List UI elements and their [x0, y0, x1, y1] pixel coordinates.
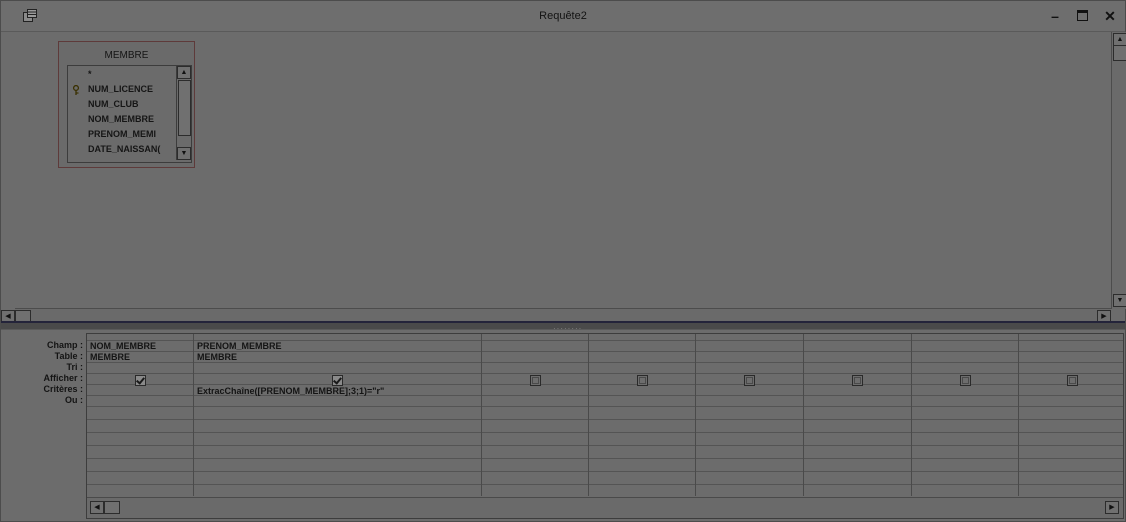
table-name: MEMBRE: [104, 50, 149, 61]
cell-champ[interactable]: NOM_MEMBRE: [90, 341, 156, 352]
scroll-up-arrow-icon[interactable]: ▲: [177, 66, 191, 79]
grid-column[interactable]: NOM_MEMBRE MEMBRE: [87, 334, 194, 496]
query-window: Requête2 – ✕ MEMBRE * NUM_LICENCE NUM_CL…: [0, 0, 1126, 522]
field-item[interactable]: NOM_MEMBRE: [68, 112, 172, 127]
pane-splitter[interactable]: ········: [1, 321, 1125, 333]
row-label-table: Table :: [54, 351, 83, 361]
field-item[interactable]: NUM_LICENCE: [68, 82, 172, 97]
row-label-criteres: Critères :: [43, 384, 83, 394]
field-item[interactable]: PRENOM_MEMI: [68, 127, 172, 142]
cell-criteres[interactable]: ExtracChaîne([PRENOM_MEMBRE];3;1)="r": [197, 386, 384, 397]
grid-column[interactable]: [912, 334, 1019, 496]
show-checkbox[interactable]: [332, 375, 343, 386]
show-checkbox[interactable]: [637, 375, 648, 386]
scroll-down-arrow-icon[interactable]: ▼: [1113, 294, 1126, 307]
grid-column[interactable]: [482, 334, 589, 496]
pane-vertical-scrollbar[interactable]: ▲ ▼: [1111, 32, 1126, 309]
cell-champ[interactable]: PRENOM_MEMBRE: [197, 341, 282, 352]
grid-column[interactable]: PRENOM_MEMBRE MEMBRE ExtracChaîne([PRENO…: [194, 334, 482, 496]
field-list-scrollbar[interactable]: ▲ ▼: [176, 66, 191, 160]
show-checkbox[interactable]: [960, 375, 971, 386]
field-item[interactable]: *: [68, 67, 172, 82]
design-grid-pane: Champ : Table : Tri : Afficher : Critère…: [1, 331, 1125, 521]
show-checkbox[interactable]: [744, 375, 755, 386]
row-label-tri: Tri :: [66, 362, 83, 372]
grid-horizontal-scrollbar[interactable]: ◀ ▶: [87, 497, 1123, 518]
close-button[interactable]: ✕: [1099, 7, 1121, 25]
cell-table[interactable]: MEMBRE: [197, 352, 237, 363]
maximize-button[interactable]: [1071, 7, 1093, 25]
title-bar[interactable]: Requête2 – ✕: [1, 1, 1125, 32]
show-checkbox[interactable]: [1067, 375, 1078, 386]
show-checkbox[interactable]: [530, 375, 541, 386]
scroll-thumb[interactable]: [1113, 45, 1126, 61]
scroll-thumb[interactable]: [178, 80, 191, 136]
show-checkbox[interactable]: [852, 375, 863, 386]
minimize-button[interactable]: –: [1044, 7, 1066, 25]
scroll-down-arrow-icon[interactable]: ▼: [177, 147, 191, 160]
grid-column[interactable]: [589, 334, 696, 496]
row-label-afficher: Afficher :: [43, 373, 83, 383]
row-label-champ: Champ :: [47, 340, 83, 350]
scroll-right-arrow-icon[interactable]: ▶: [1105, 501, 1119, 514]
table-membre[interactable]: MEMBRE * NUM_LICENCE NUM_CLUB NOM_MEMBRE…: [58, 41, 195, 168]
maximize-icon: [1076, 10, 1088, 22]
table-pane[interactable]: MEMBRE * NUM_LICENCE NUM_CLUB NOM_MEMBRE…: [1, 32, 1126, 323]
window-title: Requête2: [539, 10, 587, 22]
primary-key-icon: [72, 85, 80, 95]
field-item[interactable]: NUM_CLUB: [68, 97, 172, 112]
scroll-left-arrow-icon[interactable]: ◀: [90, 501, 104, 514]
grid-column[interactable]: [696, 334, 804, 496]
scroll-thumb[interactable]: [104, 501, 120, 514]
show-checkbox[interactable]: [135, 375, 146, 386]
field-item[interactable]: DATE_NAISSAN(: [68, 142, 172, 157]
cell-table[interactable]: MEMBRE: [90, 352, 130, 363]
grid-column[interactable]: [804, 334, 912, 496]
grid-column[interactable]: [1019, 334, 1123, 496]
field-list[interactable]: * NUM_LICENCE NUM_CLUB NOM_MEMBRE PRENOM…: [67, 65, 192, 163]
query-design-grid[interactable]: NOM_MEMBRE MEMBRE PRENOM_MEMBRE MEMBRE E…: [86, 333, 1124, 519]
row-label-ou: Ou :: [65, 395, 83, 405]
